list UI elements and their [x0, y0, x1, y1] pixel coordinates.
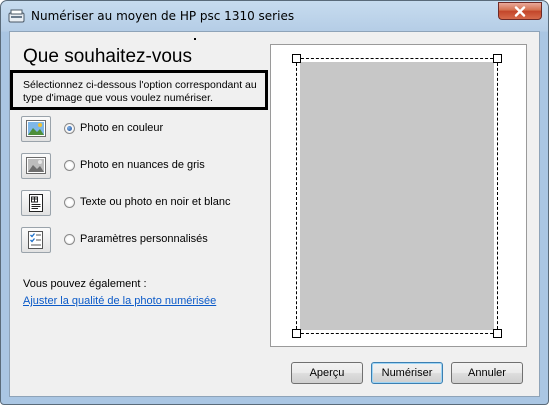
crop-handle-bottom-right[interactable] — [493, 329, 502, 338]
radio-black-white[interactable] — [64, 197, 75, 208]
black-white-text-icon[interactable] — [21, 190, 51, 216]
scan-dialog-window: Numériser au moyen de HP psc 1310 series… — [0, 0, 549, 405]
dialog-client-area: Que souhaitez-vous Sélectionnez ci-desso… — [9, 31, 540, 397]
close-button[interactable] — [498, 2, 542, 20]
color-photo-icon[interactable] — [21, 116, 51, 142]
option-black-white[interactable]: Texte ou photo en noir et blanc — [20, 190, 270, 216]
crop-handle-top-right[interactable] — [493, 54, 502, 63]
decorative-dot — [194, 38, 196, 40]
instruction-line-2: type d'image que vous voulez numériser. — [23, 92, 213, 104]
radio-custom-settings[interactable] — [64, 234, 75, 245]
scanner-app-icon — [8, 8, 25, 25]
option-grayscale-photo[interactable]: Photo en nuances de gris — [20, 153, 270, 179]
option-custom-settings[interactable]: Paramètres personnalisés — [20, 227, 270, 253]
option-color-photo[interactable]: Photo en couleur — [20, 116, 270, 142]
option-label[interactable]: Texte ou photo en noir et blanc — [80, 196, 230, 208]
preview-button[interactable]: Aperçu — [291, 362, 363, 384]
crop-selection-box[interactable] — [296, 58, 498, 334]
scan-button[interactable]: Numériser — [371, 362, 443, 384]
option-label[interactable]: Paramètres personnalisés — [80, 233, 208, 245]
instruction-box: Sélectionnez ci-dessous l'option corresp… — [10, 70, 268, 110]
also-label: Vous pouvez également : — [23, 278, 147, 290]
grayscale-photo-icon[interactable] — [21, 153, 51, 179]
adjust-photo-quality-link[interactable]: Ajuster la qualité de la photo numérisée — [23, 295, 216, 307]
instruction-line-1: Sélectionnez ci-dessous l'option corresp… — [23, 79, 257, 91]
crop-handle-top-left[interactable] — [292, 54, 301, 63]
option-label[interactable]: Photo en nuances de gris — [80, 159, 205, 171]
radio-grayscale-photo[interactable] — [64, 160, 75, 171]
cancel-button[interactable]: Annuler — [451, 362, 523, 384]
crop-handle-bottom-left[interactable] — [292, 329, 301, 338]
scan-preview-pane[interactable] — [270, 44, 527, 347]
option-label[interactable]: Photo en couleur — [80, 122, 163, 134]
custom-settings-icon[interactable] — [21, 227, 51, 253]
close-icon — [514, 6, 526, 17]
dialog-heading: Que souhaitez-vous — [23, 46, 192, 67]
window-title: Numériser au moyen de HP psc 1310 series — [31, 9, 295, 23]
radio-color-photo[interactable] — [64, 123, 75, 134]
title-bar[interactable]: Numériser au moyen de HP psc 1310 series — [1, 1, 548, 32]
